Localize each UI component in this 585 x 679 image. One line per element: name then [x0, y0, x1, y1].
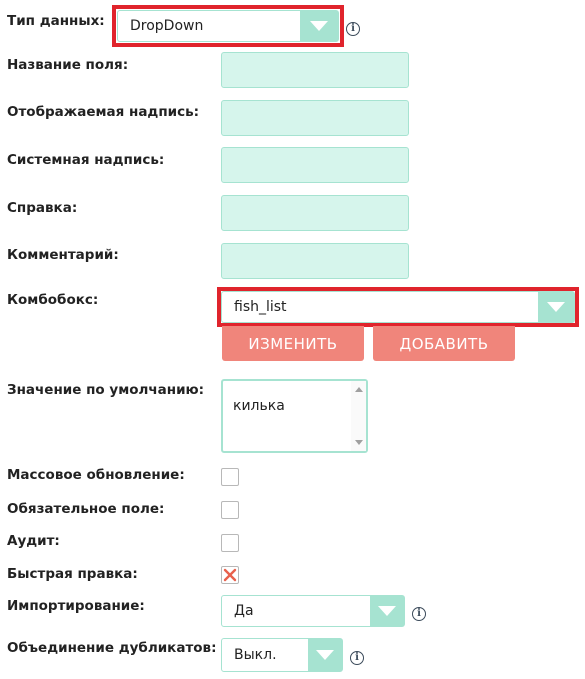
chevron-down-icon[interactable] — [300, 11, 338, 41]
system-label-input[interactable] — [221, 147, 409, 183]
data-type-value: DropDown — [130, 18, 204, 34]
display-label-label: Отображаемая надпись: — [7, 104, 200, 120]
importing-label: Импортирование: — [7, 598, 145, 614]
audit-checkbox[interactable] — [221, 534, 239, 552]
combobox-select[interactable]: fish_list — [221, 291, 575, 323]
info-icon[interactable]: i — [412, 607, 426, 621]
combobox-label: Комбобокс: — [7, 292, 99, 308]
importing-select[interactable]: Да — [221, 595, 405, 627]
help-label: Справка: — [7, 200, 78, 216]
info-icon[interactable]: i — [350, 651, 364, 665]
mass-update-label: Массовое обновление: — [7, 467, 185, 483]
merge-duplicates-select[interactable]: Выкл. — [221, 638, 343, 672]
combobox-value: fish_list — [234, 299, 287, 315]
required-checkbox[interactable] — [221, 501, 239, 519]
quick-edit-checkbox[interactable] — [221, 566, 239, 584]
importing-value: Да — [234, 603, 254, 619]
merge-duplicates-label: Объединение дубликатов: — [7, 640, 217, 656]
scroll-up-icon[interactable] — [355, 387, 363, 392]
system-label-label: Системная надпись: — [7, 152, 165, 168]
textarea-scrollbar[interactable] — [351, 381, 366, 451]
field-name-input[interactable] — [221, 52, 409, 88]
scroll-down-icon[interactable] — [355, 440, 363, 445]
check-x-icon — [223, 568, 237, 582]
chevron-down-icon[interactable] — [538, 292, 574, 322]
mass-update-checkbox[interactable] — [221, 468, 239, 486]
required-label: Обязательное поле: — [7, 501, 165, 517]
audit-label: Аудит: — [7, 533, 60, 549]
data-type-select[interactable]: DropDown — [117, 10, 339, 42]
info-icon[interactable]: i — [346, 22, 360, 36]
help-input[interactable] — [221, 195, 409, 231]
chevron-down-icon[interactable] — [370, 596, 404, 626]
comment-input[interactable] — [221, 243, 409, 279]
chevron-down-icon[interactable] — [308, 639, 342, 671]
display-label-input[interactable] — [221, 100, 409, 136]
default-value-text: килька — [233, 398, 285, 414]
data-type-label: Тип данных: — [7, 13, 105, 29]
merge-duplicates-value: Выкл. — [234, 647, 277, 663]
default-value-label: Значение по умолчанию: — [7, 382, 205, 398]
comment-label: Комментарий: — [7, 247, 119, 263]
add-button[interactable]: ДОБАВИТЬ — [373, 326, 515, 361]
edit-button[interactable]: ИЗМЕНИТЬ — [222, 326, 364, 361]
field-name-label: Название поля: — [7, 57, 129, 73]
default-value-textarea[interactable]: килька — [221, 379, 368, 453]
quick-edit-label: Быстрая правка: — [7, 566, 138, 582]
